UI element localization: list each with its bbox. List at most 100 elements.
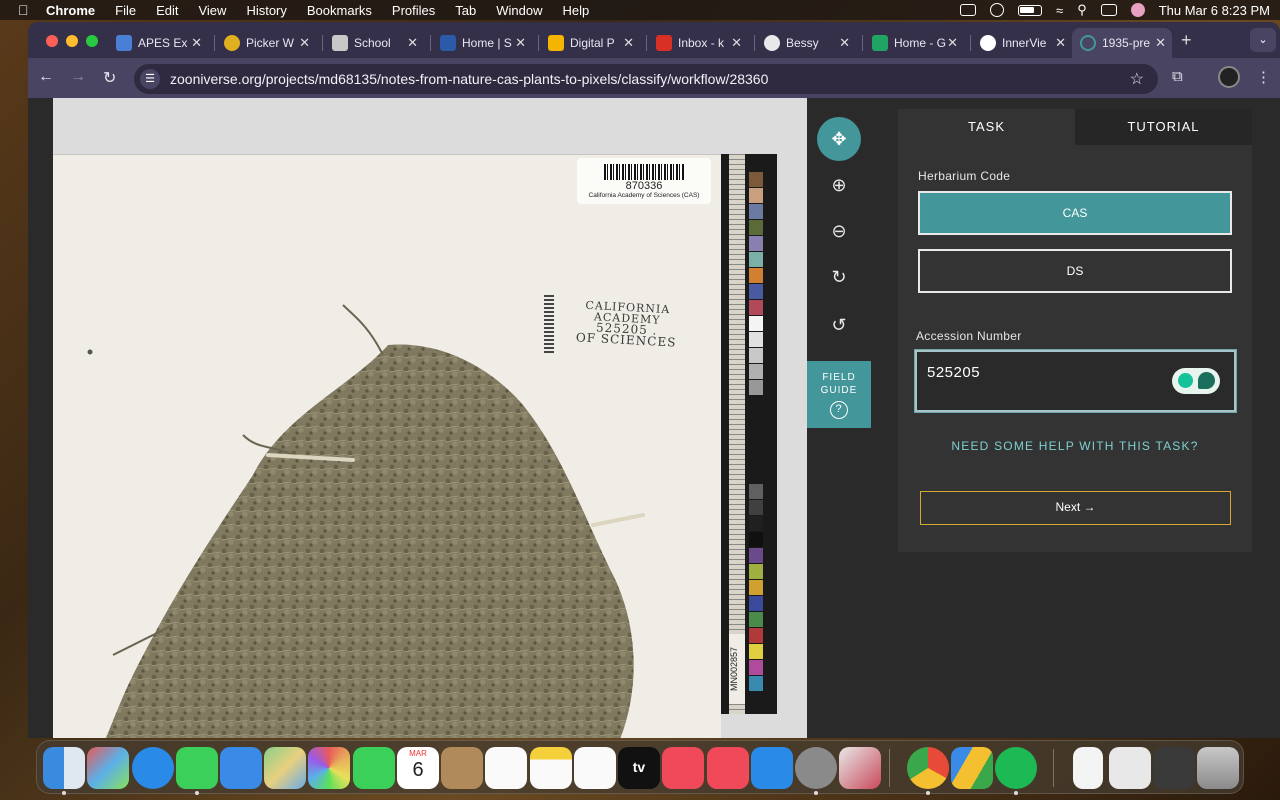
- freeform-icon[interactable]: [574, 747, 616, 789]
- mail-icon[interactable]: [220, 747, 262, 789]
- menu-help[interactable]: Help: [563, 3, 590, 18]
- menu-window[interactable]: Window: [496, 3, 542, 18]
- zoom-in-icon[interactable]: ⊕: [817, 163, 861, 207]
- chrome-icon[interactable]: [907, 747, 949, 789]
- system-settings-icon[interactable]: [795, 747, 837, 789]
- browser-tab[interactable]: APES Ex ✕: [108, 28, 208, 58]
- accession-number-input[interactable]: 525205: [915, 350, 1236, 412]
- herbarium-sheet[interactable]: 870336 California Academy of Sciences (C…: [53, 154, 721, 738]
- tab-tutorial[interactable]: TUTORIAL: [1075, 109, 1252, 145]
- tab-task[interactable]: TASK: [898, 109, 1075, 145]
- subject-viewer[interactable]: 870336 California Academy of Sciences (C…: [53, 98, 807, 738]
- browser-tab[interactable]: Picker W ✕: [216, 28, 316, 58]
- tab-search-chevron-icon[interactable]: ⌄: [1250, 28, 1276, 52]
- forward-arrow-icon[interactable]: →: [70, 68, 86, 86]
- accession-number-value[interactable]: 525205: [927, 364, 980, 381]
- browser-tab[interactable]: Home - G ✕: [864, 28, 964, 58]
- url-text[interactable]: zooniverse.org/projects/md68135/notes-fr…: [170, 71, 768, 87]
- battery-icon[interactable]: [1018, 4, 1043, 16]
- browser-tab[interactable]: Home | S ✕: [432, 28, 532, 58]
- minimize-window-button[interactable]: [66, 35, 78, 47]
- close-tab-icon[interactable]: ✕: [191, 35, 202, 51]
- google-drive-icon[interactable]: [951, 747, 993, 789]
- close-tab-icon[interactable]: ✕: [299, 35, 310, 51]
- close-window-button[interactable]: [46, 35, 58, 47]
- facetime-icon[interactable]: [353, 747, 395, 789]
- kebab-menu-icon[interactable]: ⋮: [1256, 68, 1271, 86]
- field-guide-button[interactable]: FIELD GUIDE ?: [807, 361, 871, 428]
- close-tab-icon[interactable]: ✕: [407, 35, 418, 51]
- menu-bookmarks[interactable]: Bookmarks: [307, 3, 372, 18]
- document-icon[interactable]: [1073, 747, 1103, 789]
- reload-icon[interactable]: ↻: [103, 68, 116, 88]
- grammarly-icon[interactable]: [1172, 368, 1220, 394]
- reminders-icon[interactable]: [485, 747, 527, 789]
- contacts-icon[interactable]: [441, 747, 483, 789]
- finder-icon[interactable]: [43, 747, 85, 789]
- apple-tv-icon[interactable]: tv: [618, 747, 660, 789]
- spotify-icon[interactable]: [995, 747, 1037, 789]
- browser-tab-active[interactable]: 1935-pre ✕: [1072, 28, 1172, 58]
- photos-icon[interactable]: [308, 747, 350, 789]
- menu-file[interactable]: File: [115, 3, 136, 18]
- iphone-mirroring-icon[interactable]: [839, 747, 881, 789]
- rotate-icon[interactable]: ↻: [817, 255, 861, 299]
- close-tab-icon[interactable]: ✕: [1055, 35, 1066, 51]
- close-tab-icon[interactable]: ✕: [731, 35, 742, 51]
- tab-title: School: [354, 36, 391, 50]
- browser-tab[interactable]: InnerVie ✕: [972, 28, 1072, 58]
- launchpad-icon[interactable]: [87, 747, 129, 789]
- messages-icon[interactable]: [176, 747, 218, 789]
- back-arrow-icon[interactable]: ←: [38, 68, 54, 86]
- profile-avatar[interactable]: [1218, 66, 1240, 88]
- tab-title: Digital P: [570, 36, 615, 50]
- menu-app-name[interactable]: Chrome: [46, 3, 95, 18]
- browser-tab[interactable]: Digital P ✕: [540, 28, 640, 58]
- browser-tab[interactable]: Inbox - k ✕: [648, 28, 748, 58]
- menu-tab[interactable]: Tab: [455, 3, 476, 18]
- choice-cas-button[interactable]: CAS: [918, 191, 1232, 235]
- extensions-puzzle-icon[interactable]: ⧉: [1172, 68, 1183, 85]
- new-tab-icon[interactable]: +: [1181, 30, 1192, 51]
- spotlight-search-icon[interactable]: ⚲: [1077, 2, 1087, 18]
- clock[interactable]: Thu Mar 6 8:23 PM: [1159, 3, 1270, 18]
- menu-profiles[interactable]: Profiles: [392, 3, 435, 18]
- close-tab-icon[interactable]: ✕: [515, 35, 526, 51]
- move-tool-icon[interactable]: ✥: [817, 117, 861, 161]
- menu-edit[interactable]: Edit: [156, 3, 178, 18]
- next-button[interactable]: Next →: [920, 491, 1231, 525]
- calendar-icon[interactable]: MAR 6: [397, 747, 439, 789]
- site-settings-icon[interactable]: ☰: [140, 69, 160, 89]
- apple-icon[interactable]: : [18, 2, 34, 18]
- news-icon[interactable]: [707, 747, 749, 789]
- browser-tab[interactable]: School ✕: [324, 28, 424, 58]
- zoom-out-icon[interactable]: ⊖: [817, 209, 861, 253]
- play-icon[interactable]: [990, 3, 1005, 17]
- app-store-icon[interactable]: [751, 747, 793, 789]
- reset-view-icon[interactable]: ↺: [817, 303, 861, 347]
- need-help-link[interactable]: NEED SOME HELP WITH THIS TASK?: [898, 439, 1252, 453]
- maps-icon[interactable]: [264, 747, 306, 789]
- browser-tab[interactable]: Bessy ✕: [756, 28, 856, 58]
- control-center-icon[interactable]: [1100, 4, 1117, 16]
- notes-icon[interactable]: [530, 747, 572, 789]
- screenshot-thumbnail-icon[interactable]: [1153, 747, 1195, 789]
- close-tab-icon[interactable]: ✕: [623, 35, 634, 51]
- close-tab-icon[interactable]: ✕: [839, 35, 850, 51]
- close-tab-icon[interactable]: ✕: [1155, 35, 1166, 51]
- tab-title: Home | S: [462, 36, 512, 50]
- menu-view[interactable]: View: [198, 3, 226, 18]
- close-tab-icon[interactable]: ✕: [947, 35, 958, 51]
- music-icon[interactable]: [662, 747, 704, 789]
- menu-history[interactable]: History: [246, 3, 286, 18]
- choice-ds-button[interactable]: DS: [918, 249, 1232, 293]
- wifi-icon[interactable]: ≈: [1056, 3, 1063, 18]
- screenshot-thumbnail-icon[interactable]: [1109, 747, 1151, 789]
- siri-icon[interactable]: [1130, 3, 1145, 17]
- safari-icon[interactable]: [132, 747, 174, 789]
- trash-icon[interactable]: [1197, 747, 1239, 789]
- bookmark-star-icon[interactable]: ☆: [1130, 69, 1144, 89]
- fullscreen-window-button[interactable]: [86, 35, 98, 47]
- status-a-icon[interactable]: [960, 4, 977, 16]
- address-bar[interactable]: ☰ zooniverse.org/projects/md68135/notes-…: [134, 64, 1158, 94]
